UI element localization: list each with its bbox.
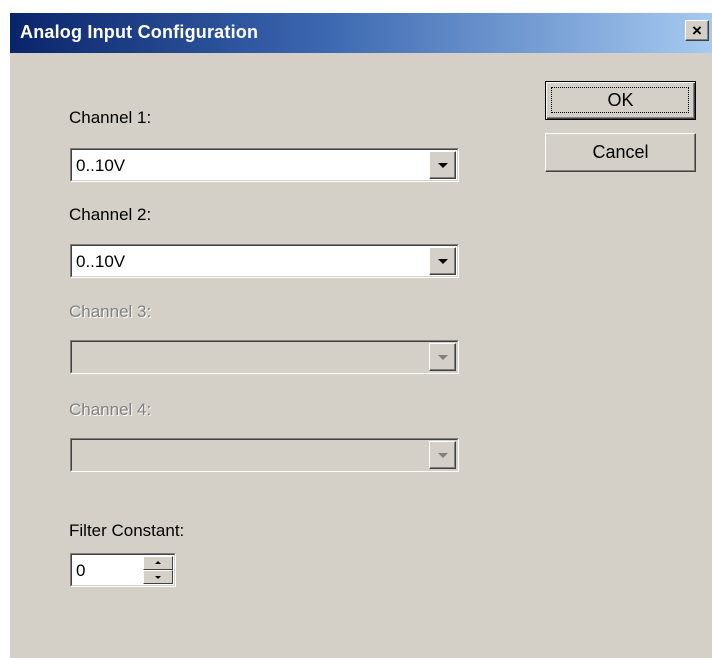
channel-3-label: Channel 3: (69, 302, 152, 321)
chevron-down-icon (437, 163, 448, 168)
channel-4-label: Channel 4: (69, 400, 152, 419)
channel-3-select (70, 340, 459, 374)
channel-2-select[interactable]: 0..10V (70, 244, 459, 278)
title-bar[interactable]: Analog Input Configuration × (10, 13, 712, 53)
filter-constant-label: Filter Constant: (69, 521, 185, 540)
focus-rectangle (551, 87, 689, 113)
channel-2-value: 0..10V (76, 252, 126, 271)
close-button[interactable]: × (685, 20, 709, 41)
window-title: Analog Input Configuration (20, 22, 259, 42)
chevron-down-icon (437, 453, 448, 458)
channel-4-select (70, 438, 459, 472)
analog-input-dialog: Analog Input Configuration × Channel 1: … (9, 12, 712, 658)
close-icon: × (692, 21, 702, 40)
channel-1-dropdown-button[interactable] (429, 151, 456, 179)
channel-1-select[interactable]: 0..10V (70, 148, 459, 182)
spin-up-button[interactable] (143, 556, 173, 570)
channel-3-dropdown-button (429, 343, 456, 371)
chevron-up-icon (155, 561, 161, 564)
chevron-down-icon (437, 355, 448, 360)
channel-2-label: Channel 2: (69, 205, 152, 224)
channel-4-dropdown-button (429, 441, 456, 469)
cancel-button-label: Cancel (592, 142, 649, 162)
ok-button[interactable]: OK (545, 81, 696, 120)
chevron-down-icon (437, 259, 448, 264)
channel-1-label: Channel 1: (69, 108, 152, 127)
channel-1-value: 0..10V (76, 156, 126, 175)
chevron-down-icon (155, 576, 161, 579)
spin-down-button[interactable] (143, 570, 173, 584)
channel-2-dropdown-button[interactable] (429, 247, 456, 275)
filter-constant-value[interactable]: 0 (76, 561, 85, 581)
cancel-button[interactable]: Cancel (545, 133, 696, 172)
filter-constant-stepper[interactable]: 0 (70, 553, 176, 587)
